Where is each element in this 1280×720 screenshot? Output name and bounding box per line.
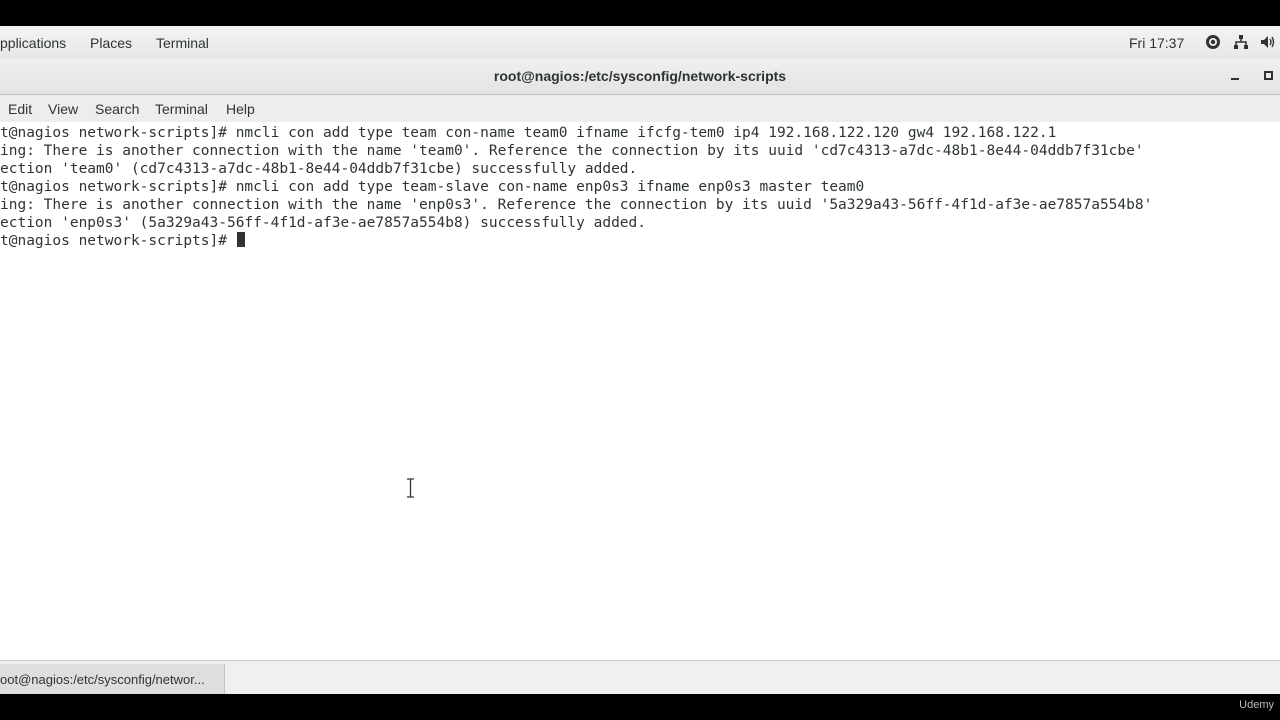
ibeam-cursor-icon xyxy=(407,478,414,498)
terminal-output[interactable]: t@nagios network-scripts]# nmcli con add… xyxy=(0,122,1280,660)
network-icon[interactable] xyxy=(1233,34,1249,50)
menu-edit[interactable]: Edit xyxy=(8,101,32,117)
terminal-line: ection 'team0' (cd7c4313-a7dc-48b1-8e44-… xyxy=(0,161,638,177)
terminal-line: t@nagios network-scripts]# nmcli con add… xyxy=(0,125,1057,141)
udemy-watermark: Udemy xyxy=(1239,699,1274,711)
bottom-letterbox: Udemy xyxy=(0,694,1280,720)
top-panel: pplications Places Terminal Fri 17:37 xyxy=(0,26,1280,60)
window-titlebar[interactable]: root@nagios:/etc/sysconfig/network-scrip… xyxy=(0,59,1280,95)
terminal-line: ection 'enp0s3' (5a329a43-56ff-4f1d-af3e… xyxy=(0,215,647,231)
terminal-line: ing: There is another connection with th… xyxy=(0,143,1144,159)
clock[interactable]: Fri 17:37 xyxy=(1129,35,1184,51)
maximize-icon[interactable] xyxy=(1260,67,1278,85)
text-cursor xyxy=(236,232,245,247)
volume-icon[interactable] xyxy=(1260,34,1276,50)
terminal-prompt-line: t@nagios network-scripts]# xyxy=(0,232,245,250)
bottom-taskbar: oot@nagios:/etc/sysconfig/networ... xyxy=(0,660,1280,695)
menu-terminal[interactable]: Terminal xyxy=(155,101,208,117)
prompt-text: t@nagios network-scripts]# xyxy=(0,233,236,249)
taskbar-window-label: oot@nagios:/etc/sysconfig/networ... xyxy=(0,672,205,687)
applications-menu[interactable]: pplications xyxy=(0,35,66,51)
terminal-line: t@nagios network-scripts]# nmcli con add… xyxy=(0,179,865,195)
taskbar-window-button[interactable]: oot@nagios:/etc/sysconfig/networ... xyxy=(0,664,225,694)
places-menu[interactable]: Places xyxy=(90,35,132,51)
menu-view[interactable]: View xyxy=(48,101,78,117)
minimize-icon[interactable] xyxy=(1226,67,1244,85)
terminal-line: ing: There is another connection with th… xyxy=(0,197,1153,213)
menu-help[interactable]: Help xyxy=(226,101,255,117)
accessibility-icon[interactable] xyxy=(1205,34,1221,50)
terminal-app-menu[interactable]: Terminal xyxy=(156,35,209,51)
top-letterbox xyxy=(0,0,1280,26)
menu-search[interactable]: Search xyxy=(95,101,139,117)
window-title: root@nagios:/etc/sysconfig/network-scrip… xyxy=(493,68,787,84)
terminal-menubar: Edit View Search Terminal Help xyxy=(0,95,1280,123)
